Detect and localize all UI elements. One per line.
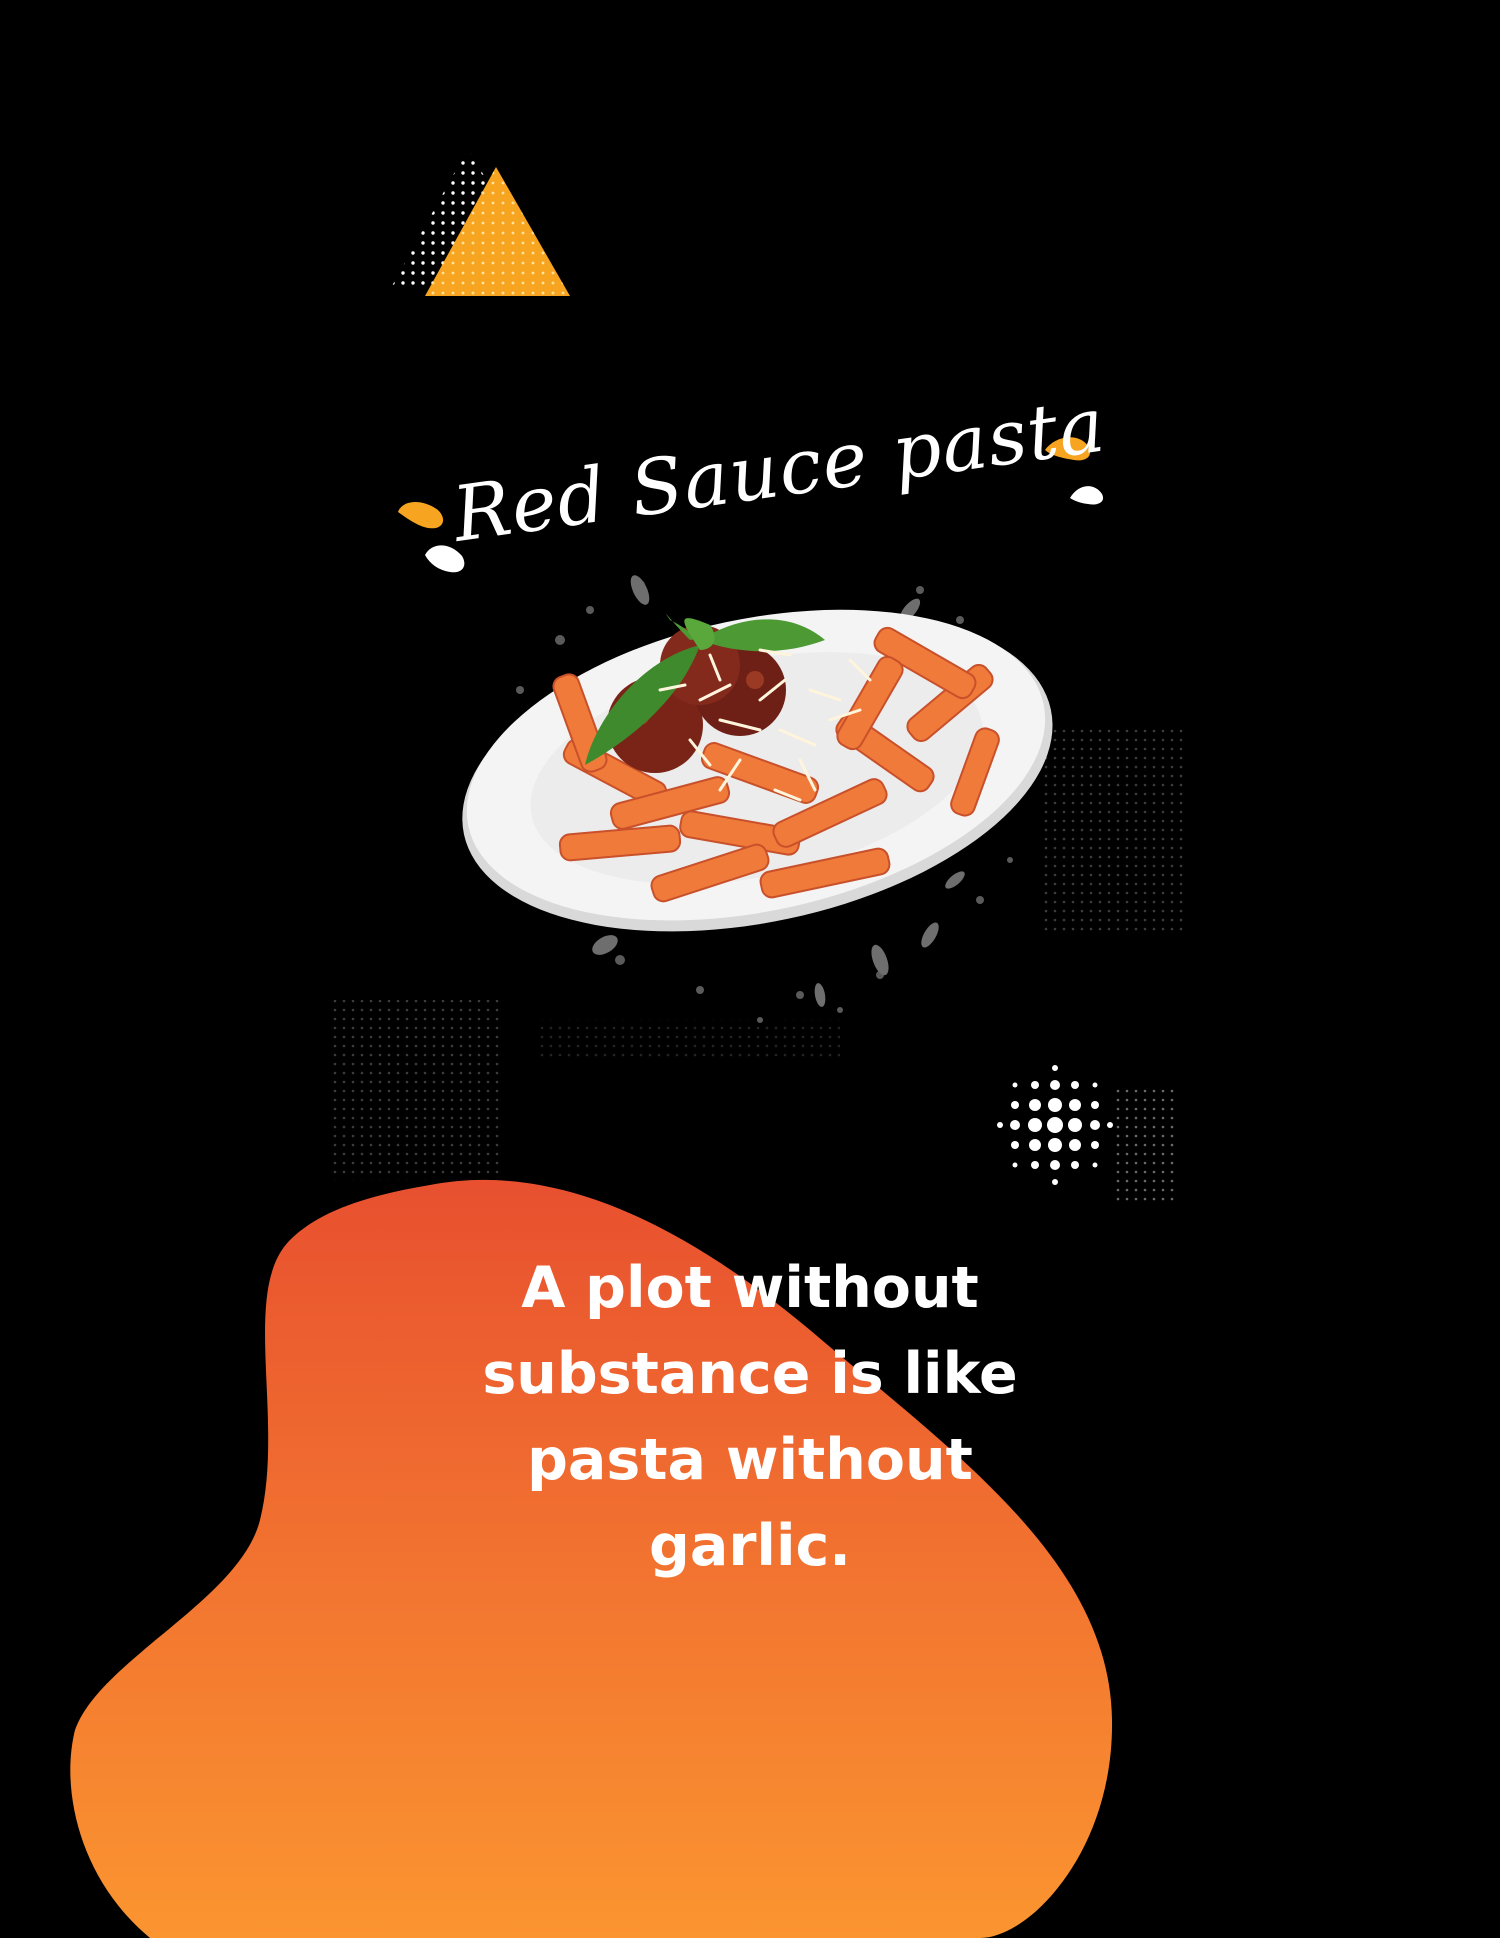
quote-line-4: garlic.: [649, 1513, 851, 1579]
poster: Red Sauce pasta A plot without substance…: [0, 0, 1500, 1938]
pasta-plate-illustration: [462, 575, 1053, 1023]
quote-line-3: pasta without: [527, 1427, 973, 1493]
quote-line-1: A plot without: [521, 1255, 979, 1321]
quote-line-2: substance is like: [482, 1341, 1018, 1407]
quote-text: A plot without substance is like pasta w…: [400, 1245, 1100, 1589]
